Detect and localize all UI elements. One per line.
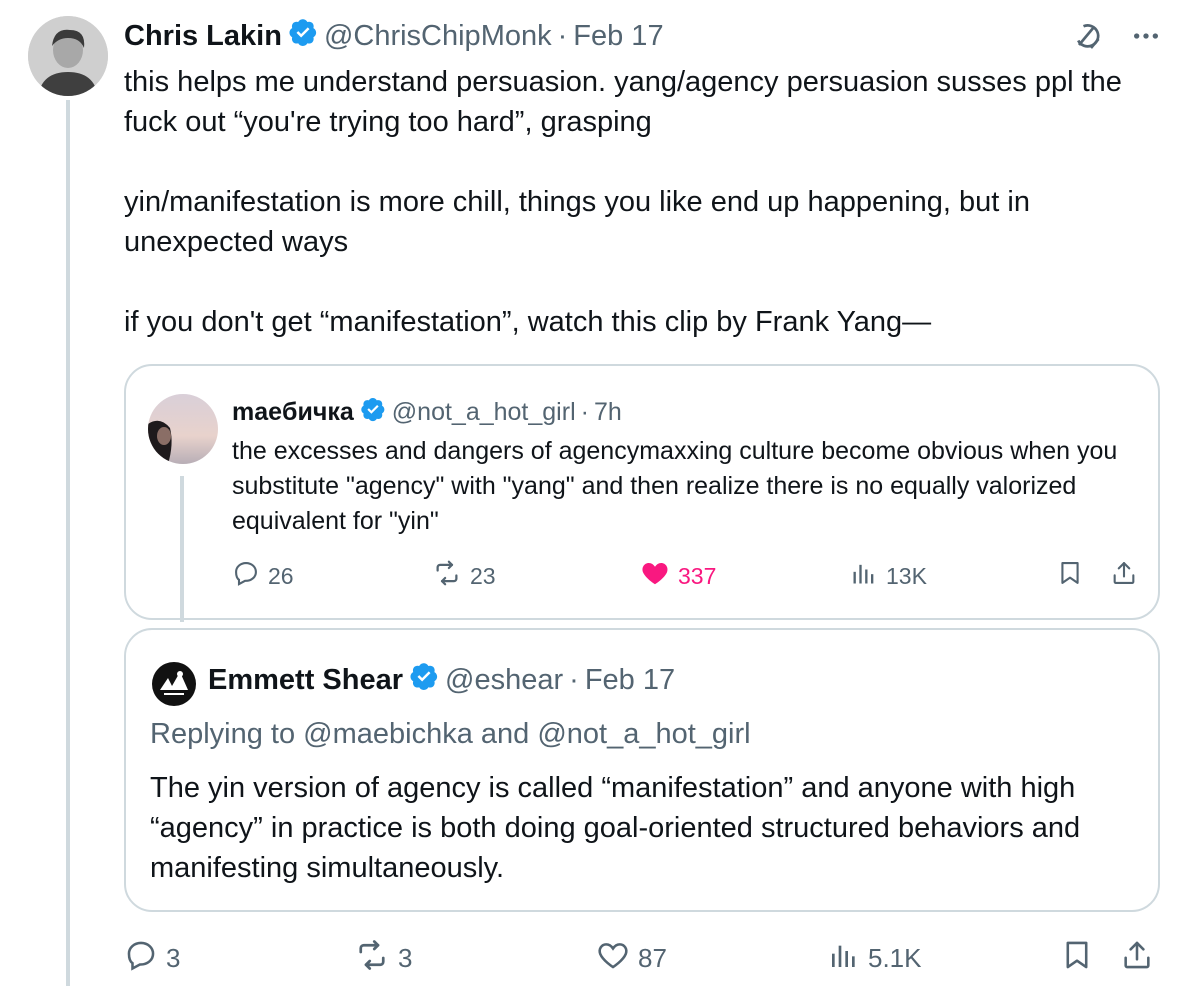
reply-count: 26: [268, 562, 294, 589]
quoted-thread-line: [180, 476, 184, 622]
views-button[interactable]: 5.1K: [828, 936, 922, 980]
reply-avatar[interactable]: [150, 660, 198, 708]
share-icon: [1110, 559, 1138, 593]
separator: ·: [557, 19, 568, 52]
reply-icon: [232, 559, 260, 593]
quoted-tweet-header: maeбичка @not_a_hot_girl · 7h: [232, 394, 622, 430]
reply-button[interactable]: 26: [232, 556, 294, 596]
quoted-tweet-card[interactable]: maeбичка @not_a_hot_girl · 7h the excess…: [124, 364, 1160, 622]
separator: ·: [569, 663, 579, 696]
verified-badge-icon: [288, 17, 318, 55]
reply-button[interactable]: 3: [124, 936, 180, 980]
views-count: 5.1K: [868, 942, 922, 973]
like-count: 87: [638, 942, 667, 973]
reply-author-handle[interactable]: @eshear: [445, 664, 563, 697]
views-count: 13K: [886, 562, 927, 589]
quoted-action-bar: 26 23 337 13K: [232, 556, 1142, 596]
like-count: 337: [678, 562, 717, 589]
quoted-avatar[interactable]: [148, 394, 218, 464]
repost-count: 3: [398, 942, 413, 973]
reply-tweet-card[interactable]: Emmett Shear @eshear · Feb 17 Replying t…: [124, 628, 1160, 912]
repost-button[interactable]: 3: [354, 936, 412, 980]
quoted-tweet-text: the excesses and dangers of agencymaxxin…: [232, 437, 1118, 535]
like-icon: [596, 938, 630, 979]
views-icon: [828, 939, 860, 978]
like-button[interactable]: 337: [640, 556, 716, 596]
reply-tweet-text: The yin version of agency is called “man…: [150, 772, 1081, 884]
reply-icon: [124, 938, 158, 979]
thread-line: [66, 100, 70, 986]
repost-count: 23: [470, 562, 496, 589]
top-icons: [1070, 18, 1162, 59]
quoted-author-name[interactable]: maeбичка: [232, 398, 354, 427]
reply-count: 3: [166, 942, 181, 973]
share-button[interactable]: [1120, 936, 1154, 980]
tweet-header: Chris Lakin @ChrisChipMonk · Feb 17: [124, 18, 664, 54]
verified-badge-icon: [409, 661, 439, 699]
views-icon: [850, 559, 878, 593]
repost-icon: [432, 558, 462, 594]
main-action-bar: 3 3 87 5.1K: [124, 936, 1164, 980]
tweet-text: this helps me understand persuasion. yan…: [124, 62, 1154, 342]
replying-to-label[interactable]: Replying to @maebichka and @not_a_hot_gi…: [150, 714, 751, 754]
bookmark-button[interactable]: [1060, 936, 1094, 980]
grok-icon[interactable]: [1070, 18, 1106, 59]
like-button[interactable]: 87: [596, 936, 667, 980]
tweet-paragraph: yin/manifestation is more chill, things …: [124, 186, 1039, 258]
avatar[interactable]: [28, 16, 108, 96]
reply-tweet-date[interactable]: Feb 17: [585, 664, 675, 697]
reply-author-name[interactable]: Emmett Shear: [208, 664, 403, 697]
tweet-paragraph: if you don't get “manifestation”, watch …: [124, 306, 932, 338]
bookmark-icon: [1056, 559, 1084, 593]
share-icon: [1120, 938, 1154, 979]
repost-button[interactable]: 23: [432, 556, 496, 596]
separator: ·: [580, 397, 589, 426]
more-icon[interactable]: [1130, 20, 1162, 57]
views-button[interactable]: 13K: [850, 556, 927, 596]
reply-tweet-header: Emmett Shear @eshear · Feb 17: [208, 662, 675, 698]
quoted-tweet-time[interactable]: 7h: [594, 398, 622, 427]
author-handle[interactable]: @ChrisChipMonk: [324, 20, 552, 53]
repost-icon: [354, 937, 390, 980]
verified-badge-icon: [360, 396, 386, 429]
bookmark-button[interactable]: [1056, 556, 1084, 596]
like-icon: [640, 558, 670, 594]
bookmark-icon: [1060, 938, 1094, 979]
quoted-author-handle[interactable]: @not_a_hot_girl: [392, 398, 576, 427]
share-button[interactable]: [1110, 556, 1138, 596]
tweet-paragraph: this helps me understand persuasion. yan…: [124, 66, 1130, 138]
author-name[interactable]: Chris Lakin: [124, 20, 282, 53]
tweet-date[interactable]: Feb 17: [573, 20, 663, 53]
